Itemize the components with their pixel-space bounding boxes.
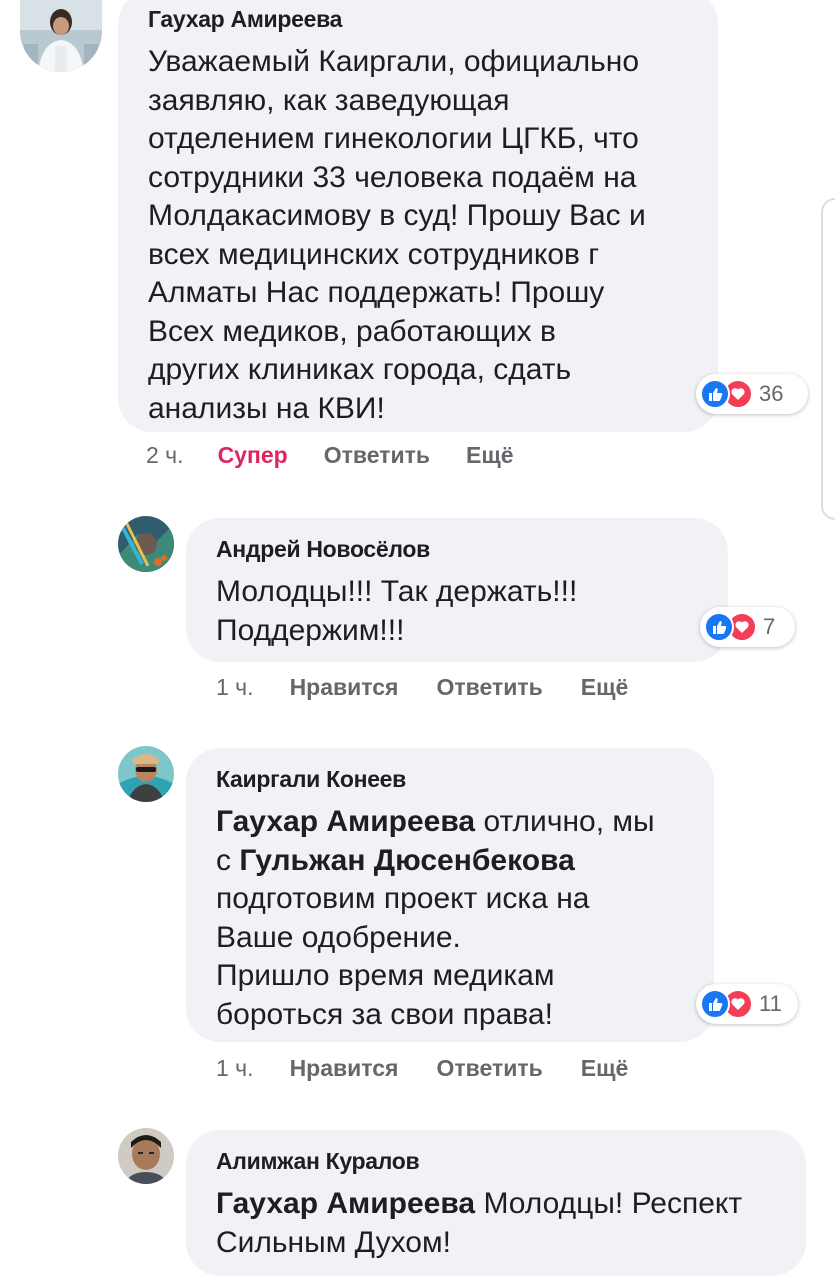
comment-text-line: Сильным Духом! — [216, 1225, 451, 1259]
comment-timestamp[interactable]: 1 ч. — [216, 1055, 254, 1082]
comment-text-line: Всех медиков, работающих в — [148, 314, 556, 348]
more-button[interactable]: Ещё — [466, 442, 514, 469]
comment-text-fragment: Молодцы! Респект — [475, 1187, 743, 1220]
comment-bubble: Андрей Новосёлов Молодцы!!! Так держать!… — [186, 518, 728, 662]
comment-bubble: Алимжан Куралов Гаухар Амиреева Молодцы!… — [186, 1130, 806, 1276]
comment-timestamp[interactable]: 2 ч. — [146, 442, 184, 469]
comment-text: Молодцы!!! Так держать!!! Поддержим!!! — [216, 573, 728, 650]
reaction-count: 36 — [759, 381, 784, 406]
like-button[interactable]: Нравится — [290, 674, 399, 701]
comment-timestamp[interactable]: 1 ч. — [216, 674, 254, 701]
comment-text-line: Гаухар Амиреева отлично, мы — [216, 803, 714, 842]
comment-text-line: сотрудники 33 человека подаём на — [148, 160, 637, 194]
comment-text-line: Молодцы!!! Так держать!!! — [216, 575, 578, 608]
reply-button[interactable]: Ответить — [324, 442, 430, 469]
like-icon — [700, 379, 730, 409]
comment: Алимжан Куралов Гаухар Амиреева Молодцы!… — [0, 1124, 835, 1280]
reactions-summary[interactable]: 36 — [696, 374, 808, 414]
reply-button[interactable]: Ответить — [436, 674, 542, 701]
reaction-count: 7 — [763, 614, 776, 639]
reactions-summary[interactable]: 7 — [700, 607, 795, 647]
comment-actions: 1 ч. Нравится Ответить Ещё — [216, 674, 628, 701]
comment-text-line: Алматы Нас поддержать! Прошу — [148, 276, 605, 309]
avatar[interactable] — [20, 0, 102, 72]
comment-text: Гаухар Амиреева Молодцы! Респект Сильным… — [216, 1185, 806, 1262]
comment-text-line: Ваше одобрение. — [216, 920, 461, 954]
avatar-photo — [20, 0, 102, 72]
comment-text: Уважаемый Каиргали, официально заявляю, … — [148, 43, 718, 428]
avatar[interactable] — [118, 746, 174, 802]
comment-text-line: заявляю, как заведующая — [148, 83, 510, 117]
mention-link[interactable]: Гаухар Амиреева — [216, 805, 475, 838]
comment: Каиргали Конеев Гаухар Амиреева отлично,… — [0, 742, 835, 1102]
comment-text-fragment: с — [216, 843, 240, 877]
reaction-button[interactable]: Супер — [218, 442, 288, 469]
comment-text-line: Молдакасимову в суд! Прошу Вас и — [148, 199, 646, 232]
comment-bubble: Гаухар Амиреева Уважаемый Каиргали, офиц… — [118, 0, 718, 432]
avatar[interactable] — [118, 1128, 174, 1184]
like-icon — [700, 989, 730, 1019]
more-button[interactable]: Ещё — [581, 1055, 629, 1082]
scrollbar[interactable] — [821, 198, 835, 520]
mention-link[interactable]: Гаухар Амиреева — [216, 1187, 475, 1220]
comment-author[interactable]: Алимжан Куралов — [216, 1148, 806, 1175]
comment-text-line: отделением гинекологии ЦГКБ, что — [148, 122, 639, 155]
comment-author[interactable]: Гаухар Амиреева — [148, 6, 718, 33]
comment-text-line: всех медицинских сотрудников г — [148, 237, 600, 271]
comment: Андрей Новосёлов Молодцы!!! Так держать!… — [0, 512, 835, 712]
comment-text-line: бороться за свои права! — [216, 997, 553, 1031]
comment-actions: 1 ч. Нравится Ответить Ещё — [216, 1055, 628, 1082]
comment-text-line: анализы на КВИ! — [148, 391, 385, 425]
avatar[interactable] — [118, 516, 174, 572]
comment: Гаухар Амиреева Уважаемый Каиргали, офиц… — [0, 0, 835, 480]
comment-text-line: подготовим проект иска на — [216, 882, 590, 915]
comment-text-line: Пришло время медикам — [216, 959, 555, 992]
comment-text-line: Уважаемый Каиргали, официально — [148, 45, 640, 78]
reaction-count: 11 — [759, 991, 782, 1016]
comment-text: Гаухар Амиреева отлично, мы с Гульжан Дю… — [216, 803, 714, 1034]
comment-text-line: с Гульжан Дюсенбекова — [216, 842, 714, 881]
comment-text-line: других клиниках города, сдать — [148, 353, 572, 386]
more-button[interactable]: Ещё — [581, 674, 629, 701]
avatar-photo — [118, 746, 174, 802]
comment-actions: 2 ч. Супер Ответить Ещё — [146, 442, 514, 469]
mention-link[interactable]: Гульжан Дюсенбекова — [239, 844, 574, 877]
comment-text-line: Поддержим!!! — [216, 613, 405, 647]
avatar-photo — [118, 1128, 174, 1184]
comment-text-line: Гаухар Амиреева Молодцы! Респект — [216, 1185, 806, 1224]
comment-author[interactable]: Каиргали Конеев — [216, 766, 714, 793]
reactions-summary[interactable]: 11 — [696, 984, 798, 1024]
like-icon — [704, 612, 734, 642]
avatar-photo — [118, 516, 174, 572]
comment-author[interactable]: Андрей Новосёлов — [216, 536, 728, 563]
comment-bubble: Каиргали Конеев Гаухар Амиреева отлично,… — [186, 748, 714, 1042]
reply-button[interactable]: Ответить — [436, 1055, 542, 1082]
comment-text-fragment: отлично, мы — [475, 805, 655, 838]
like-button[interactable]: Нравится — [290, 1055, 399, 1082]
